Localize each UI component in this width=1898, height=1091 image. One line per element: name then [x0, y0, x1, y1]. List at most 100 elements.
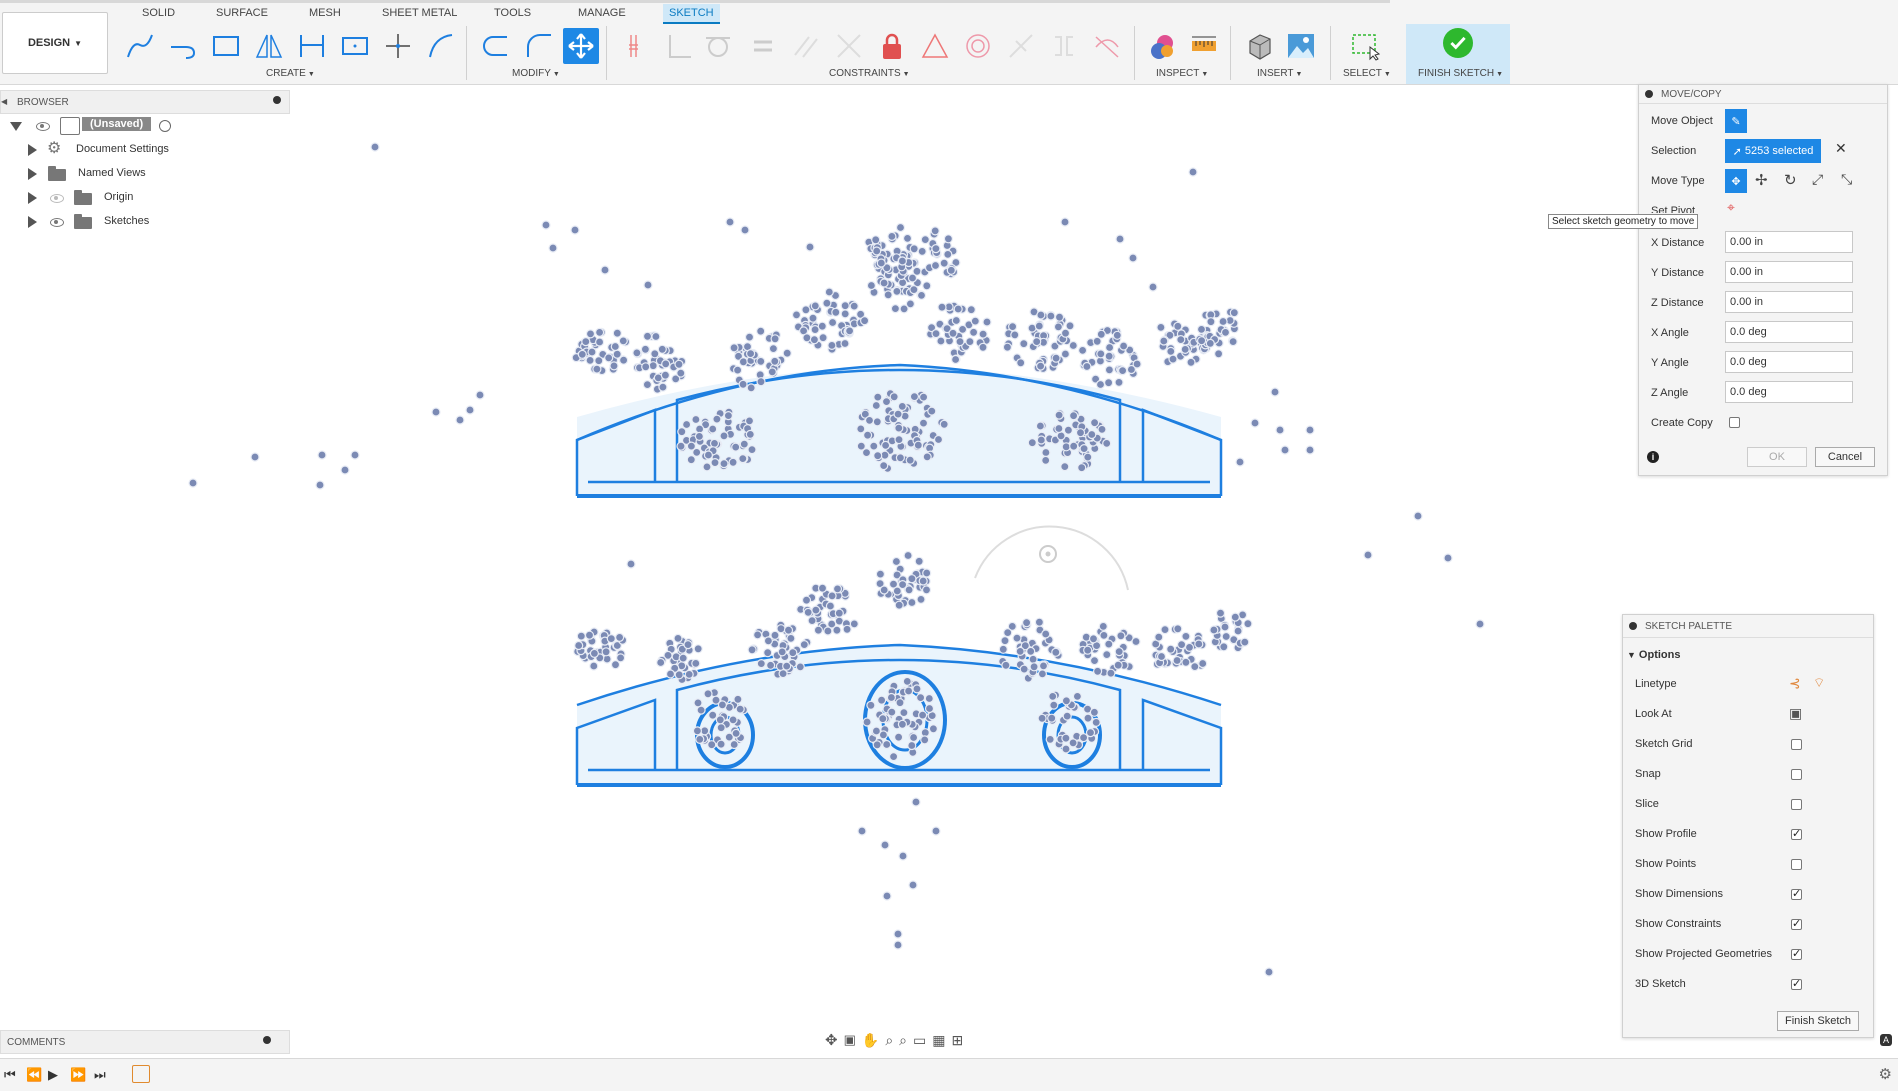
inspect-menu[interactable]: INSPECT ▼ [1156, 68, 1208, 79]
x-angle-input[interactable]: 0.0 deg [1725, 321, 1853, 343]
cancel-button[interactable]: Cancel [1815, 447, 1875, 467]
top-scrollbar[interactable] [0, 0, 1390, 3]
palette-option-checkbox[interactable] [1791, 977, 1802, 990]
move-gizmo[interactable] [974, 525, 1129, 591]
palette-option-checkbox[interactable] [1791, 827, 1802, 840]
pan-hand-icon[interactable]: ✋ [862, 1032, 879, 1049]
centerline-linetype-icon[interactable]: ⌔ [1813, 675, 1825, 691]
insert-derive-icon[interactable] [1241, 28, 1277, 64]
ok-button[interactable]: OK [1747, 447, 1807, 467]
create-menu[interactable]: CREATE ▼ [266, 68, 315, 79]
collinear-constraint-icon[interactable] [1003, 28, 1039, 64]
tree-item-sketches[interactable]: Sketches [0, 210, 290, 234]
tree-item-root[interactable]: (Unsaved) [0, 114, 290, 138]
expand-triangle-icon[interactable] [28, 168, 37, 180]
design-workspace-button[interactable]: DESIGN ▼ [2, 12, 108, 74]
midpoint-constraint-icon[interactable] [917, 28, 953, 64]
sketch-points[interactable] [188, 142, 1485, 977]
expand-triangle-icon[interactable] [28, 144, 37, 156]
curvature-constraint-icon[interactable] [1089, 28, 1125, 64]
select-menu[interactable]: SELECT ▼ [1343, 68, 1391, 79]
pin-icon[interactable] [273, 96, 281, 104]
collapse-triangle-icon[interactable] [10, 122, 22, 131]
expand-triangle-icon[interactable] [28, 192, 37, 204]
rotate-icon[interactable]: ↻ [1784, 171, 1797, 189]
equal-constraint-icon[interactable] [745, 28, 781, 64]
line-tool-icon[interactable] [122, 28, 158, 64]
coincident-constraint-icon[interactable] [661, 28, 697, 64]
tab-surface[interactable]: SURFACE [210, 4, 274, 22]
point-to-point-icon[interactable]: ⤢ [1812, 171, 1823, 188]
set-pivot-icon[interactable]: ⌖ [1727, 199, 1735, 216]
tab-sketch[interactable]: SKETCH [663, 4, 720, 24]
horizontal-vertical-constraint-icon[interactable] [618, 28, 654, 64]
collapse-arrow-icon[interactable]: ◀ [1, 97, 7, 106]
play-icon[interactable]: ▶ [48, 1067, 58, 1083]
create-copy-checkbox[interactable] [1729, 417, 1740, 428]
fit-icon[interactable]: ⌕ [899, 1032, 907, 1049]
help-icon[interactable]: A [1880, 1034, 1892, 1046]
visibility-eye-icon[interactable] [50, 218, 64, 227]
viewports-icon[interactable]: ⊞ [951, 1032, 963, 1049]
palette-option-checkbox[interactable] [1791, 947, 1802, 960]
interference-inspect-icon[interactable] [1144, 28, 1180, 64]
move-copy-tool-icon[interactable] [563, 28, 599, 64]
construction-linetype-icon[interactable]: ⊰ [1789, 675, 1801, 692]
fillet-tool-icon[interactable] [521, 28, 557, 64]
y-distance-input[interactable]: 0.00 in [1725, 261, 1853, 283]
finish-sketch-button[interactable]: FINISH SKETCH ▼ [1406, 24, 1510, 84]
comments-header[interactable]: COMMENTS [0, 1030, 290, 1054]
tree-item-origin[interactable]: Origin [0, 186, 290, 210]
fix-constraint-lock-icon[interactable] [874, 28, 910, 64]
tree-item-named-views[interactable]: Named Views [0, 162, 290, 186]
last-step-icon[interactable]: ⏭ [94, 1067, 106, 1083]
arc-tool-icon[interactable] [423, 28, 459, 64]
free-move-icon[interactable]: ✥ [1725, 169, 1747, 193]
clear-selection-close-icon[interactable]: ✕ [1835, 140, 1847, 157]
sketch-palette-header[interactable]: SKETCH PALETTE [1623, 615, 1873, 638]
text-box-tool-icon[interactable] [337, 28, 373, 64]
sketch-timeline-icon[interactable] [132, 1065, 150, 1083]
parallel-constraint-icon[interactable] [788, 28, 824, 64]
dimension-tool-icon[interactable] [294, 28, 330, 64]
collapse-dot-icon[interactable] [1645, 90, 1653, 98]
palette-option-checkbox[interactable] [1791, 799, 1802, 810]
y-angle-input[interactable]: 0.0 deg [1725, 351, 1853, 373]
tab-mesh[interactable]: MESH [303, 4, 347, 22]
palette-option-checkbox[interactable] [1791, 859, 1802, 870]
x-distance-input[interactable]: 0.00 in [1725, 231, 1853, 253]
concentric-constraint-icon[interactable] [960, 28, 996, 64]
next-step-icon[interactable]: ⏩ [70, 1067, 86, 1083]
mirror-tool-icon[interactable] [251, 28, 287, 64]
offset-tool-icon[interactable] [478, 28, 514, 64]
measure-ruler-icon[interactable] [1186, 28, 1222, 64]
expand-triangle-icon[interactable] [28, 216, 37, 228]
pin-icon[interactable] [263, 1036, 271, 1044]
first-step-icon[interactable]: ⏮ [4, 1067, 16, 1083]
spline-tool-icon[interactable] [165, 28, 201, 64]
window-select-icon[interactable] [1347, 28, 1383, 64]
activate-radio-icon[interactable] [159, 120, 171, 132]
look-at-icon[interactable]: ▣ [1789, 705, 1802, 722]
point-tool-icon[interactable] [380, 28, 416, 64]
display-settings-icon[interactable]: ▭ [913, 1032, 926, 1049]
options-section-toggle[interactable]: ▼ Options [1627, 649, 1680, 661]
z-distance-input[interactable]: 0.00 in [1725, 291, 1853, 313]
orbit-icon[interactable]: ✥ [825, 1031, 838, 1049]
point-to-position-icon[interactable]: ⤡ [1841, 171, 1852, 188]
tab-solid[interactable]: SOLID [136, 4, 181, 22]
look-at-icon[interactable]: ▣ [844, 1032, 856, 1048]
insert-menu[interactable]: INSERT ▼ [1257, 68, 1302, 79]
grid-icon[interactable]: ▦ [932, 1032, 945, 1049]
constraints-menu[interactable]: CONSTRAINTS ▼ [829, 68, 910, 79]
modify-menu[interactable]: MODIFY ▼ [512, 68, 560, 79]
info-icon[interactable]: i [1647, 451, 1659, 463]
perpendicular-constraint-icon[interactable] [831, 28, 867, 64]
finish-sketch-palette-button[interactable]: Finish Sketch [1777, 1011, 1859, 1031]
zoom-icon[interactable]: ⌕ [885, 1032, 893, 1049]
settings-gear-icon[interactable]: ⚙ [1879, 1065, 1892, 1083]
hidden-eye-icon[interactable] [50, 194, 64, 203]
tab-manage[interactable]: MANAGE [572, 4, 632, 22]
rectangle-tool-icon[interactable] [208, 28, 244, 64]
tab-tools[interactable]: TOOLS [488, 4, 537, 22]
